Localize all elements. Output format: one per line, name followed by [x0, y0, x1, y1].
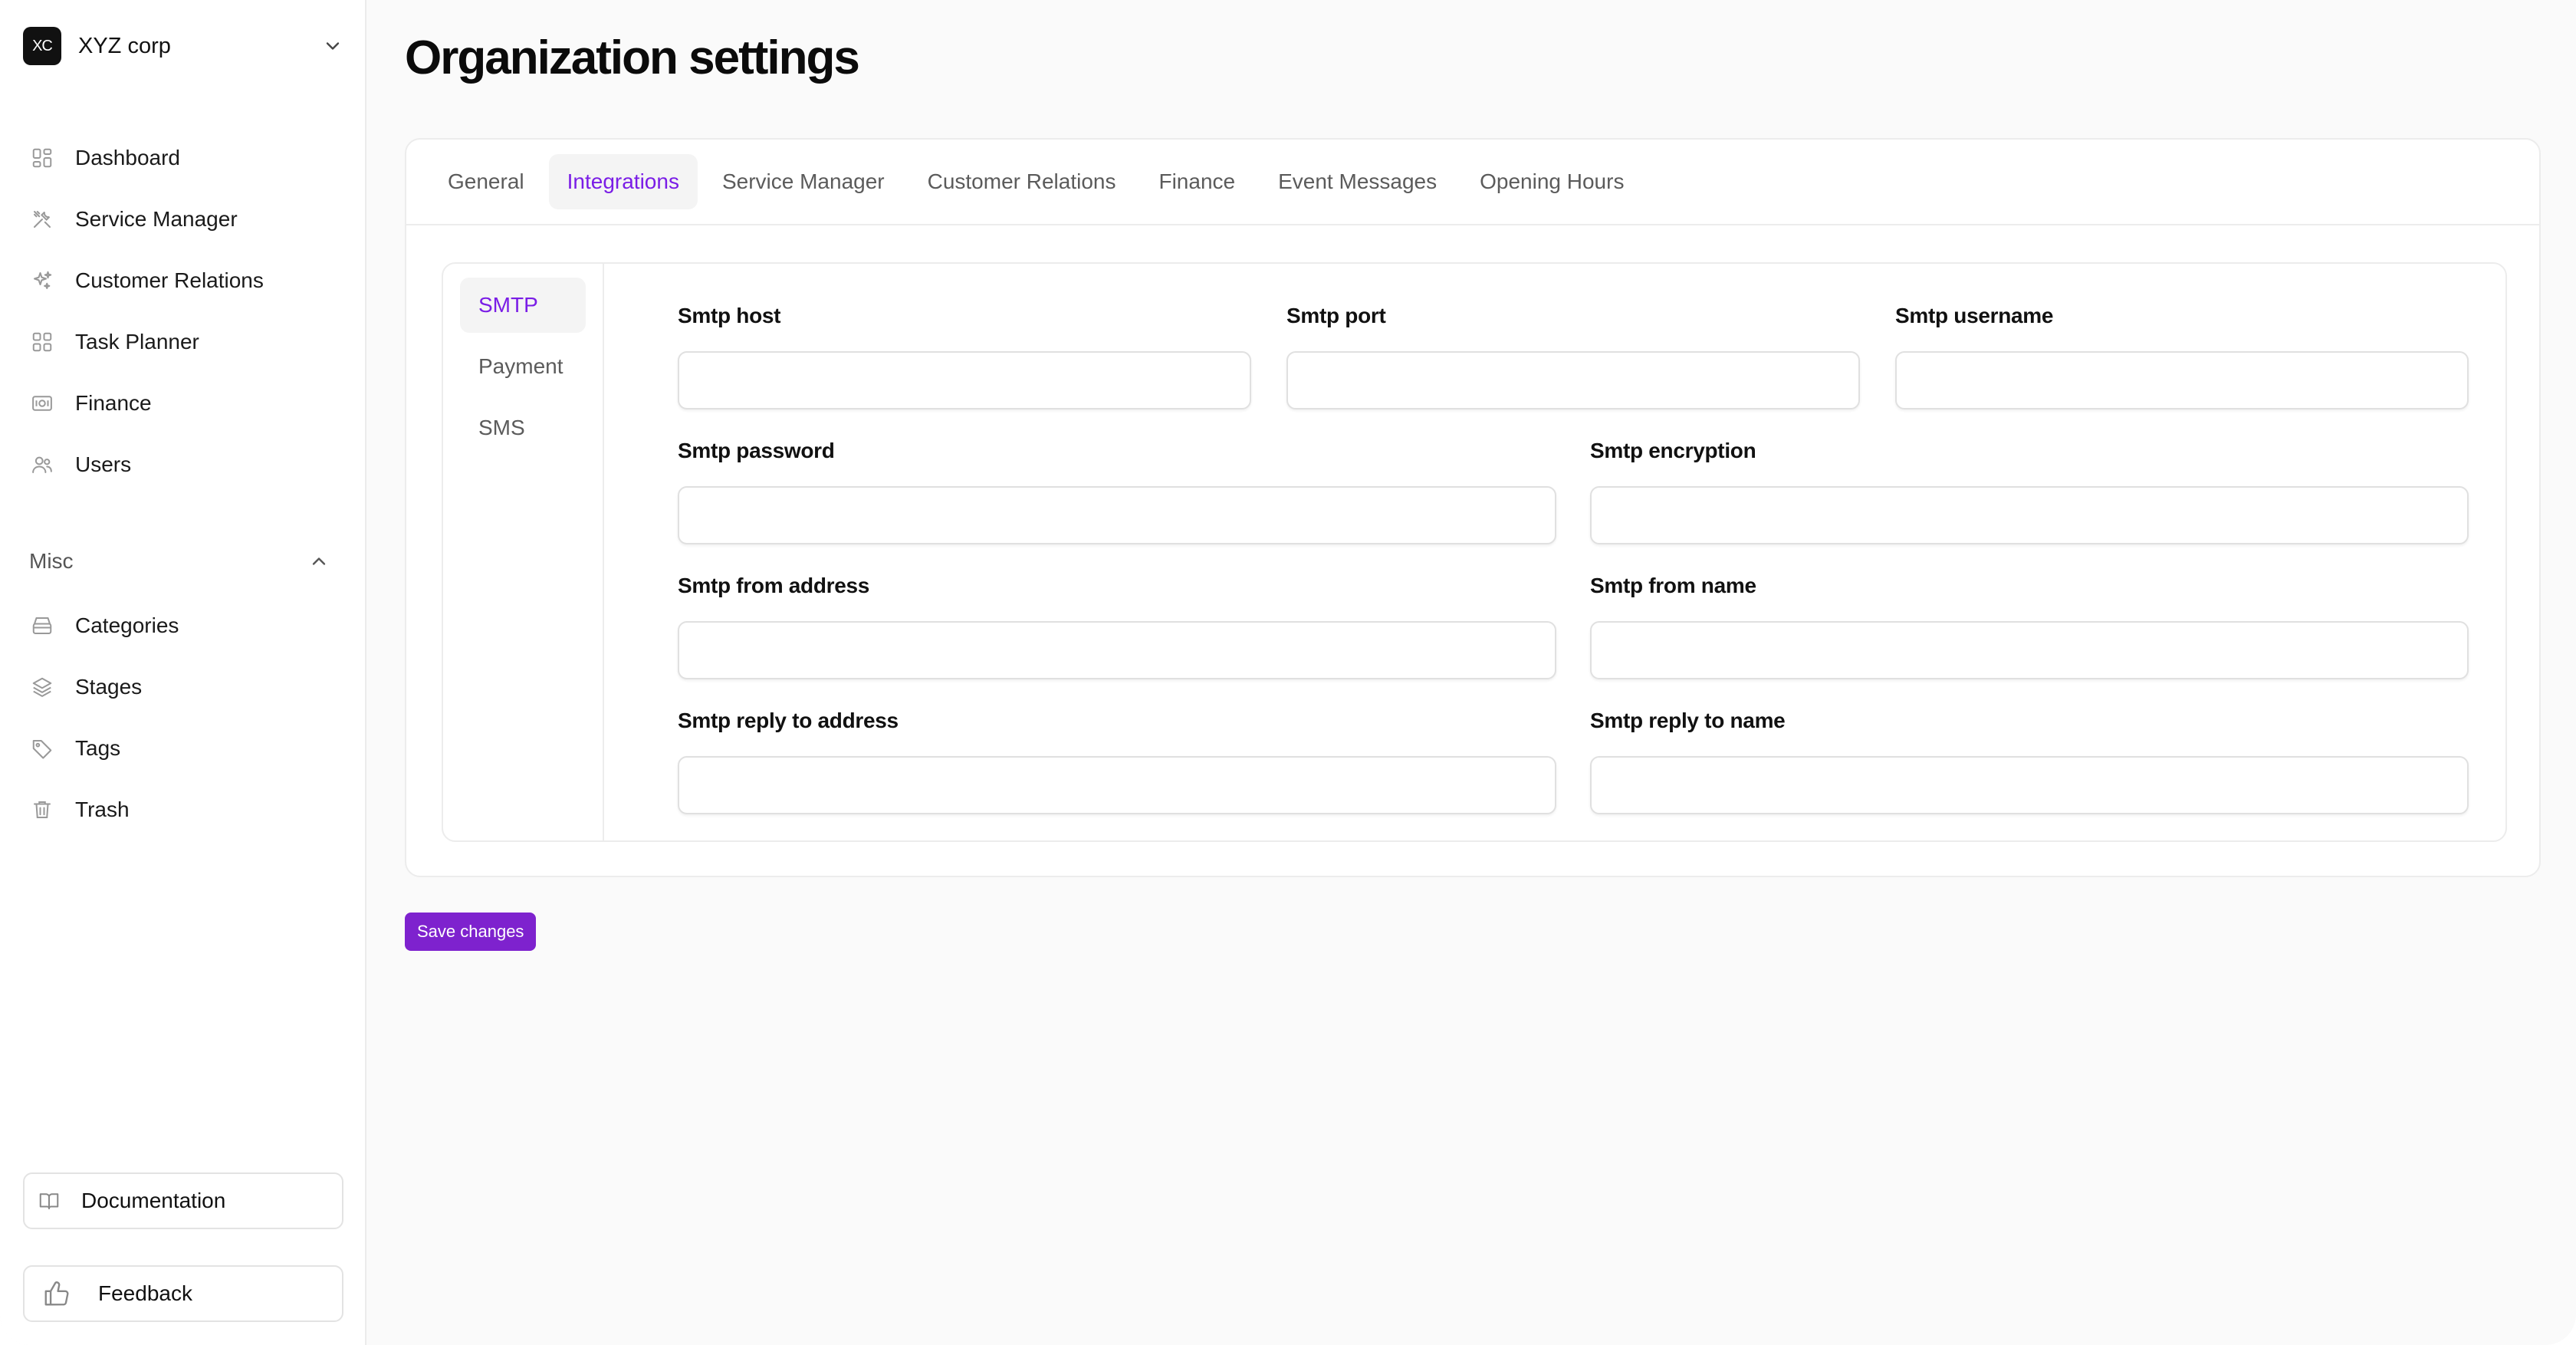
smtp-from-name-field: Smtp from name: [1590, 571, 2469, 679]
sidebar: XC XYZ corp Dashboard Service Manager Cu…: [0, 0, 366, 1345]
sidebar-item-task-planner[interactable]: Task Planner: [23, 311, 343, 373]
tab-finance[interactable]: Finance: [1140, 154, 1254, 209]
sidebar-item-label: Trash: [75, 797, 130, 821]
book-icon: [37, 1189, 61, 1213]
smtp-reply-to-name-field: Smtp reply to name: [1590, 705, 2469, 814]
chevron-down-icon: [326, 42, 340, 50]
page-title: Organization settings: [405, 31, 860, 84]
tab-service-manager[interactable]: Service Manager: [704, 154, 903, 209]
sidebar-item-label: Users: [75, 452, 132, 476]
documentation-label: Documentation: [81, 1189, 226, 1212]
subtab-sms[interactable]: SMS: [460, 400, 586, 455]
subtab-smtp[interactable]: SMTP: [460, 278, 586, 333]
smtp-password-label: Smtp password: [678, 439, 835, 462]
users-icon: [29, 452, 55, 478]
smtp-from-address-label: Smtp from address: [678, 574, 870, 597]
misc-section-toggle[interactable]: Misc: [29, 544, 330, 578]
subtab-payment[interactable]: Payment: [460, 339, 586, 394]
sidebar-item-label: Stages: [75, 675, 143, 699]
smtp-reply-to-address-input[interactable]: [678, 756, 1556, 814]
org-logo: XC: [23, 27, 61, 65]
sidebar-item-label: Customer Relations: [75, 268, 264, 292]
tab-customer-relations[interactable]: Customer Relations: [909, 154, 1135, 209]
sidebar-item-trash[interactable]: Trash: [23, 779, 343, 840]
settings-tabs: General Integrations Service Manager Cus…: [406, 140, 2539, 225]
feedback-label: Feedback: [98, 1281, 192, 1305]
tab-event-messages[interactable]: Event Messages: [1260, 154, 1455, 209]
integrations-panel: SMTP Payment SMS Smtp host Smtp port Smt…: [442, 262, 2507, 842]
misc-nav: Categories Stages Tags Trash: [23, 595, 343, 840]
smtp-reply-to-address-field: Smtp reply to address: [678, 705, 1556, 814]
tab-integrations[interactable]: Integrations: [548, 154, 698, 209]
sidebar-item-label: Service Manager: [75, 207, 238, 231]
thumbs-up-icon: [41, 1278, 72, 1309]
app-window: XC XYZ corp Dashboard Service Manager Cu…: [0, 0, 2576, 1345]
sidebar-item-label: Task Planner: [75, 330, 199, 354]
sidebar-item-label: Tags: [75, 736, 121, 760]
smtp-from-address-field: Smtp from address: [678, 571, 1556, 679]
main-nav: Dashboard Service Manager Customer Relat…: [23, 127, 343, 495]
sidebar-item-service-manager[interactable]: Service Manager: [23, 189, 343, 250]
save-button[interactable]: Save changes: [405, 913, 537, 951]
misc-section-label: Misc: [29, 549, 74, 573]
smtp-reply-to-name-input[interactable]: [1590, 756, 2469, 814]
smtp-encryption-label: Smtp encryption: [1590, 439, 1756, 462]
sidebar-item-categories[interactable]: Categories: [23, 595, 343, 656]
sidebar-item-tags[interactable]: Tags: [23, 718, 343, 779]
smtp-port-label: Smtp port: [1286, 304, 1386, 327]
documentation-button[interactable]: Documentation: [23, 1172, 343, 1229]
smtp-password-input[interactable]: [678, 486, 1556, 544]
sidebar-item-customer-relations[interactable]: Customer Relations: [23, 250, 343, 311]
archive-icon: [29, 613, 55, 639]
banknote-icon: [29, 390, 55, 416]
smtp-port-field: Smtp port: [1286, 301, 1860, 409]
org-name: XYZ corp: [78, 33, 171, 58]
sparkle-icon: [29, 268, 55, 294]
tools-icon: [29, 206, 55, 232]
sidebar-item-finance[interactable]: Finance: [23, 373, 343, 434]
smtp-password-field: Smtp password: [678, 436, 1556, 544]
integrations-subnav: SMTP Payment SMS: [443, 264, 604, 840]
sidebar-item-dashboard[interactable]: Dashboard: [23, 127, 343, 189]
smtp-from-name-label: Smtp from name: [1590, 574, 1756, 597]
trash-icon: [29, 797, 55, 823]
sidebar-item-label: Dashboard: [75, 146, 180, 169]
sidebar-item-label: Categories: [75, 613, 179, 637]
settings-card: General Integrations Service Manager Cus…: [405, 138, 2541, 877]
org-switcher[interactable]: XC XYZ corp: [23, 26, 343, 66]
sidebar-item-users[interactable]: Users: [23, 434, 343, 495]
chevron-up-icon: [312, 557, 326, 565]
smtp-reply-to-address-label: Smtp reply to address: [678, 709, 899, 732]
tab-general[interactable]: General: [429, 154, 543, 209]
smtp-host-input[interactable]: [678, 351, 1251, 409]
tab-opening-hours[interactable]: Opening Hours: [1461, 154, 1642, 209]
sidebar-item-label: Finance: [75, 391, 152, 415]
feedback-button[interactable]: Feedback: [23, 1265, 343, 1322]
smtp-username-input[interactable]: [1895, 351, 2469, 409]
dashboard-icon: [29, 145, 55, 171]
smtp-encryption-field: Smtp encryption: [1590, 436, 2469, 544]
smtp-encryption-input[interactable]: [1590, 486, 2469, 544]
smtp-reply-to-name-label: Smtp reply to name: [1590, 709, 1786, 732]
smtp-username-field: Smtp username: [1895, 301, 2469, 409]
layers-icon: [29, 674, 55, 700]
smtp-host-field: Smtp host: [678, 301, 1251, 409]
smtp-port-input[interactable]: [1286, 351, 1860, 409]
smtp-username-label: Smtp username: [1895, 304, 2054, 327]
smtp-from-name-input[interactable]: [1590, 621, 2469, 679]
grid-icon: [29, 329, 55, 355]
smtp-host-label: Smtp host: [678, 304, 781, 327]
tag-icon: [29, 735, 55, 761]
sidebar-item-stages[interactable]: Stages: [23, 656, 343, 718]
smtp-from-address-input[interactable]: [678, 621, 1556, 679]
